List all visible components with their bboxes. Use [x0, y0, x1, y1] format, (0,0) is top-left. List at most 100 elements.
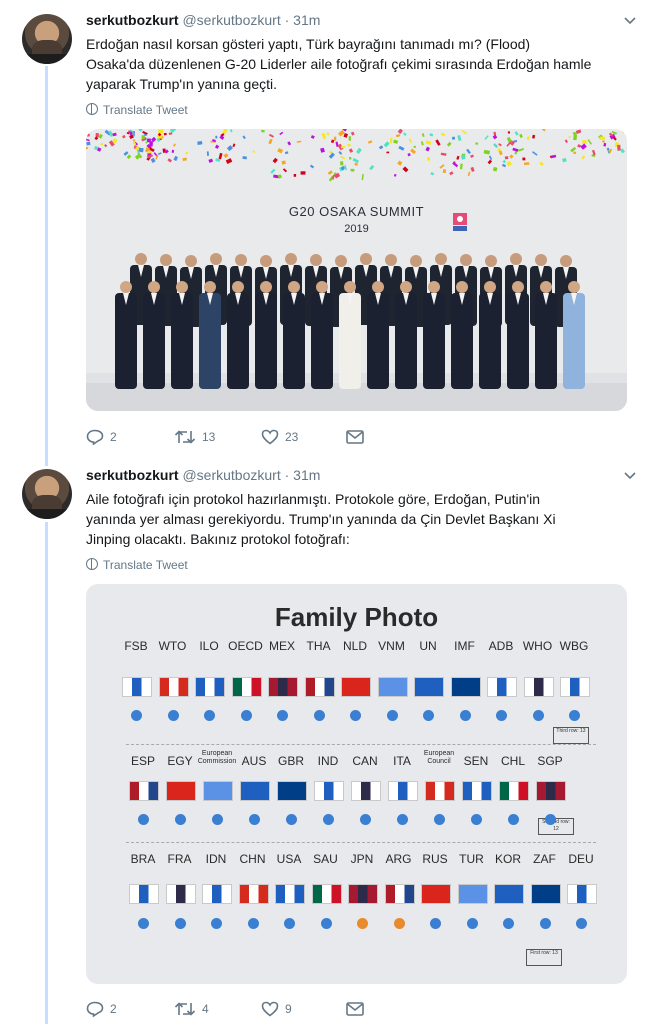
flag-icon: [384, 884, 415, 904]
flag-icon: [129, 884, 159, 904]
confetti-piece: [570, 146, 577, 153]
flag-icon: [240, 781, 270, 801]
confetti-piece: [229, 129, 233, 133]
confetti-piece: [171, 149, 175, 153]
seat-marker: [247, 918, 259, 929]
flag-icon: [348, 884, 378, 904]
confetti-piece: [470, 154, 474, 158]
confetti-piece: [523, 162, 530, 165]
confetti-piece: [577, 144, 582, 148]
translate-tweet-link[interactable]: Translate Tweet: [86, 558, 188, 572]
row-divider: [126, 842, 596, 843]
country-label: SAU: [313, 852, 338, 866]
confetti-piece: [487, 159, 493, 165]
confetti-piece: [361, 174, 364, 181]
tweet[interactable]: serkutbozkurt @serkutbozkurt · 31m Aile …: [0, 455, 658, 1024]
row-count-box: First row: 13: [526, 949, 562, 966]
translate-tweet-link[interactable]: Translate Tweet: [86, 103, 188, 117]
confetti-piece: [439, 164, 445, 169]
confetti-piece: [460, 163, 463, 170]
confetti-piece: [185, 151, 189, 155]
seat-marker: [249, 814, 260, 825]
confetti-piece: [440, 132, 446, 137]
country-label: TUR: [459, 852, 484, 866]
confetti-piece: [86, 141, 91, 146]
flag-icon: [377, 677, 408, 697]
retweet-button[interactable]: 13: [174, 427, 215, 447]
tweet[interactable]: serkutbozkurt @serkutbozkurt · 31m Erdoğ…: [0, 0, 658, 455]
tweet-photo[interactable]: Family Photo Third row: 13 Second row: 1…: [86, 584, 627, 984]
retweet-count: 4: [202, 1002, 209, 1016]
leader-figure: [479, 281, 501, 389]
confetti-piece: [182, 157, 187, 162]
display-name[interactable]: serkutbozkurt: [86, 467, 179, 483]
reply-button[interactable]: 2: [86, 999, 117, 1019]
flag-icon: [166, 781, 196, 801]
confetti-piece: [320, 147, 325, 153]
confetti-piece: [429, 133, 434, 137]
confetti-piece: [493, 143, 499, 149]
confetti-piece: [562, 157, 567, 163]
user-handle[interactable]: @serkutbozkurt: [182, 467, 280, 483]
retweet-icon: [174, 430, 196, 444]
seat-marker: [138, 814, 149, 825]
confetti-piece: [507, 131, 510, 134]
confetti-piece: [300, 171, 306, 175]
country-label: IDN: [205, 852, 227, 866]
chevron-down-icon[interactable]: [624, 469, 636, 483]
display-name[interactable]: serkutbozkurt: [86, 12, 179, 28]
avatar[interactable]: [22, 14, 72, 64]
confetti-piece: [350, 168, 355, 172]
confetti-piece: [349, 156, 352, 160]
globe-icon: [86, 103, 98, 115]
confetti-piece: [328, 152, 335, 159]
country-label: CAN: [352, 754, 378, 768]
confetti-piece: [123, 151, 129, 156]
timestamp[interactable]: 31m: [293, 12, 320, 28]
confetti-piece: [340, 161, 344, 166]
retweet-button[interactable]: 4: [174, 999, 209, 1019]
flag-icon: [158, 677, 189, 697]
flag-icon: [275, 884, 305, 904]
confetti-piece: [587, 139, 593, 145]
tweet-text-line: Osaka'da düzenlenen G-20 Liderler aile f…: [86, 56, 592, 72]
country-label: KOR: [494, 852, 521, 866]
like-button[interactable]: 23: [261, 427, 298, 447]
direct-message-button[interactable]: [346, 999, 364, 1019]
tweet-actions: 2 4 9: [86, 999, 406, 1019]
leader-figure: [311, 281, 333, 389]
seat-marker: [313, 710, 325, 721]
flag-icon: [536, 781, 566, 801]
timestamp[interactable]: 31m: [293, 467, 320, 483]
reply-button[interactable]: 2: [86, 427, 117, 447]
avatar[interactable]: [22, 469, 72, 519]
confetti-piece: [582, 139, 587, 145]
seat-marker: [471, 814, 482, 825]
confetti-piece: [354, 162, 358, 166]
user-handle[interactable]: @serkutbozkurt: [182, 12, 280, 28]
confetti-piece: [410, 148, 417, 155]
country-label: DEU: [568, 852, 594, 866]
confetti-piece: [502, 159, 507, 164]
confetti-piece: [514, 131, 519, 136]
like-button[interactable]: 9: [261, 999, 292, 1019]
leader-figure: [563, 281, 585, 389]
confetti-piece: [484, 135, 489, 140]
tweet-photo[interactable]: G20 OSAKA SUMMIT 2019: [86, 129, 627, 411]
country-label: ITA: [393, 754, 411, 768]
country-label: IMF: [454, 639, 475, 653]
g20-logo-icon: [453, 213, 467, 231]
direct-message-button[interactable]: [346, 427, 364, 447]
confetti-piece: [214, 144, 220, 149]
country-label: MEX: [268, 639, 295, 653]
flag-icon: [388, 781, 418, 801]
leader-figure: [143, 281, 165, 389]
country-label: European Commission: [197, 750, 237, 765]
tweet-text: Aile fotoğrafı için protokol hazırlanmış…: [86, 489, 631, 549]
seat-marker: [576, 918, 587, 929]
confetti-piece: [601, 140, 606, 144]
confetti-piece: [526, 136, 530, 141]
confetti-piece: [226, 145, 233, 152]
chevron-down-icon[interactable]: [624, 14, 636, 28]
confetti-piece: [470, 166, 475, 172]
